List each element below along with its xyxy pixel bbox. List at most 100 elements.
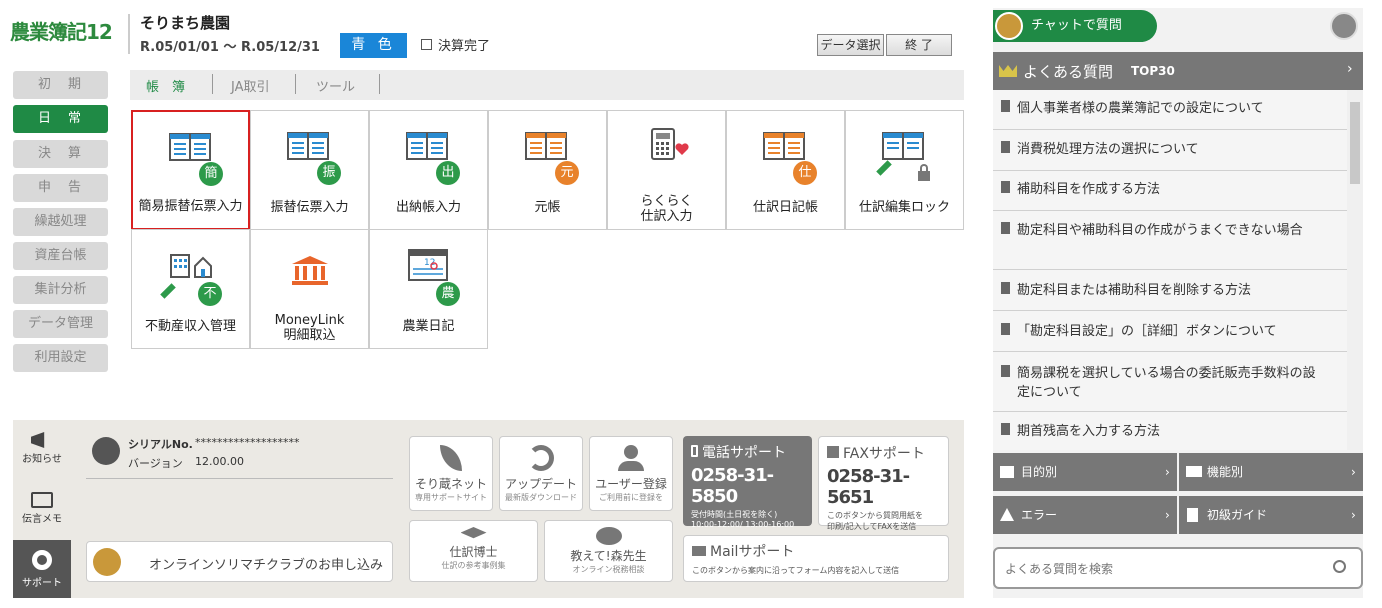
tile-simple-transfer[interactable]: 簡 簡易振替伝票入力 — [131, 110, 250, 230]
faq-item[interactable]: 補助科目を作成する方法 — [993, 171, 1347, 211]
search-icon[interactable] — [1333, 560, 1346, 573]
data-select-button[interactable]: データ選択 — [817, 34, 884, 56]
nav-asset-ledger[interactable]: 資産台帳 — [13, 242, 108, 270]
crown-icon — [999, 65, 1017, 77]
tab-ja[interactable]: JA取引 — [231, 76, 270, 95]
category-purpose[interactable]: 目的別 › — [993, 453, 1177, 491]
category-error[interactable]: エラー › — [993, 496, 1177, 534]
scrollbar-thumb[interactable] — [1350, 102, 1360, 184]
sidebar-support[interactable]: サポート — [13, 540, 71, 598]
tile-journal-lock[interactable]: 仕訳編集ロック — [845, 110, 964, 230]
globe-icon[interactable] — [1330, 12, 1358, 40]
faq-item[interactable]: 期首残高を入力する方法 — [993, 412, 1347, 450]
tile-label: 仕訳日記帳 — [752, 200, 818, 215]
mail-support-title: Mailサポート — [692, 541, 940, 561]
monitor-icon — [1186, 466, 1202, 477]
badge-icon: 不 — [198, 282, 222, 306]
tile-cashbook[interactable]: 出 出納帳入力 — [369, 110, 488, 230]
faq-item[interactable]: 「勘定科目設定」の［詳細］ボタンについて — [993, 311, 1347, 352]
tile-journal[interactable]: 仕 仕訳日記帳 — [726, 110, 845, 230]
tile-transfer-slip[interactable]: 振 振替伝票入力 — [250, 110, 369, 230]
tile-label: 仕訳編集ロック — [858, 200, 950, 215]
category-beginner-guide[interactable]: 初級ガイド › — [1179, 496, 1363, 534]
serial-label: シリアルNo. — [128, 438, 193, 451]
lock-shackle — [920, 164, 928, 172]
club-signup-button[interactable]: オンラインソリマチクラブのお申し込み — [86, 541, 393, 582]
nav-data-management[interactable]: データ管理 — [13, 310, 108, 338]
nav-analysis[interactable]: 集計分析 — [13, 276, 108, 304]
nav-settings[interactable]: 利用設定 — [13, 344, 108, 372]
settlement-checkbox[interactable] — [421, 39, 432, 50]
tile-moneylink[interactable]: MoneyLink 明細取込 — [250, 229, 369, 349]
leaf-icon — [440, 445, 462, 471]
faq-search-box[interactable] — [993, 547, 1363, 589]
tab-tools[interactable]: ツール — [316, 76, 355, 95]
journal-doctor-button[interactable]: 仕訳博士 仕訳の参考事例集 — [409, 520, 538, 582]
tile-label: 不動産収入管理 — [144, 319, 236, 334]
badge-icon: 振 — [317, 161, 341, 185]
chevron-right-icon[interactable]: › — [1347, 61, 1353, 77]
category-function[interactable]: 機能別 › — [1179, 453, 1363, 491]
pencil-icon — [160, 283, 176, 299]
tab-divider — [379, 74, 380, 94]
mail-support-button[interactable]: Mailサポート このボタンから案内に沿ってフォーム内容を記入して送信 — [683, 535, 949, 582]
tile-real-estate[interactable]: 不 不動産収入管理 — [131, 229, 250, 349]
header-divider — [128, 14, 130, 54]
megaphone-icon — [31, 432, 45, 448]
refresh-icon — [528, 445, 554, 471]
nav-daily[interactable]: 日 常 — [13, 105, 108, 133]
mascot-icon — [995, 12, 1023, 40]
nav-settlement[interactable]: 決 算 — [13, 140, 108, 168]
tile-farm-diary[interactable]: 12 農 農業日記 — [369, 229, 488, 349]
badge-icon: 仕 — [793, 161, 817, 185]
tile-label: らくらく 仕訳入力 — [640, 194, 693, 224]
fax-support-button[interactable]: FAXサポート 0258-31-5651 このボタンから質問用紙を 印刷/記入し… — [818, 436, 949, 531]
exit-button[interactable]: 終 了 — [886, 34, 952, 56]
faq-item[interactable]: 勘定科目や補助科目の作成がうまくできない場合 — [993, 211, 1347, 270]
faq-item[interactable]: 勘定科目または補助科目を削除する方法 — [993, 270, 1347, 311]
tile-easy-entry[interactable]: らくらく 仕訳入力 — [607, 110, 726, 230]
book-icon — [1187, 508, 1198, 522]
nav-carryover[interactable]: 繰越処理 — [13, 208, 108, 236]
tab-books[interactable]: 帳 簿 — [146, 76, 185, 95]
fax-icon — [827, 446, 839, 458]
user-registration-button[interactable]: ユーザー登録 ご利用前に登録を — [589, 436, 673, 511]
document-icon — [1001, 423, 1010, 435]
memo-icon — [31, 492, 53, 508]
serial-value: ******************* — [195, 436, 300, 449]
lock-icon — [918, 171, 930, 181]
faq-item[interactable]: 消費税処理方法の選択について — [993, 130, 1347, 171]
update-button[interactable]: アップデート 最新版ダウンロード — [499, 436, 583, 511]
faq-search-input[interactable] — [1005, 559, 1305, 579]
user-body — [618, 461, 644, 471]
badge-icon: 農 — [436, 282, 460, 306]
document-icon — [1001, 100, 1010, 112]
calendar-icon: 12 — [408, 249, 448, 281]
settlement-label: 決算完了 — [438, 39, 491, 54]
badge-icon: 出 — [436, 161, 460, 185]
ask-mori-button[interactable]: 教えて!森先生 オンライン税務相談 — [544, 520, 673, 582]
blue-return-badge[interactable]: 青 色 — [340, 33, 407, 58]
app-title: 農業簿記12 — [10, 20, 113, 44]
faq-item[interactable]: 個人事業者様の農業簿記での設定について — [993, 90, 1347, 130]
tile-label: 簡易振替伝票入力 — [138, 199, 243, 214]
sidebar-notice[interactable]: お知らせ — [13, 422, 71, 478]
chevron-right-icon: › — [1351, 465, 1356, 479]
tile-label: 振替伝票入力 — [270, 200, 349, 215]
sidebar-memo[interactable]: 伝言メモ — [13, 482, 71, 538]
nav-initial[interactable]: 初 期 — [13, 71, 108, 99]
fiscal-period: R.05/01/01 ～ R.05/12/31 — [140, 40, 320, 55]
tile-general-ledger[interactable]: 元 元帳 — [488, 110, 607, 230]
document-icon — [1001, 365, 1010, 377]
document-icon — [1001, 323, 1010, 335]
sorizo-net-button[interactable]: そり蔵ネット 専用サポートサイト — [409, 436, 493, 511]
graduation-icon — [460, 527, 487, 539]
badge-icon: 簡 — [199, 162, 223, 186]
phone-support-button[interactable]: 電話サポート 0258-31-5850 受付時間(土日祝を除く) 10:00-1… — [683, 436, 812, 529]
farm-name: そりまち農園 — [140, 14, 231, 32]
badge-icon: 元 — [555, 161, 579, 185]
chevron-right-icon: › — [1165, 508, 1170, 522]
version-value: 12.00.00 — [195, 455, 244, 468]
nav-tax-return[interactable]: 申 告 — [13, 174, 108, 202]
faq-item[interactable]: 簡易課税を選択している場合の委託販売手数料の設定について — [993, 352, 1347, 412]
